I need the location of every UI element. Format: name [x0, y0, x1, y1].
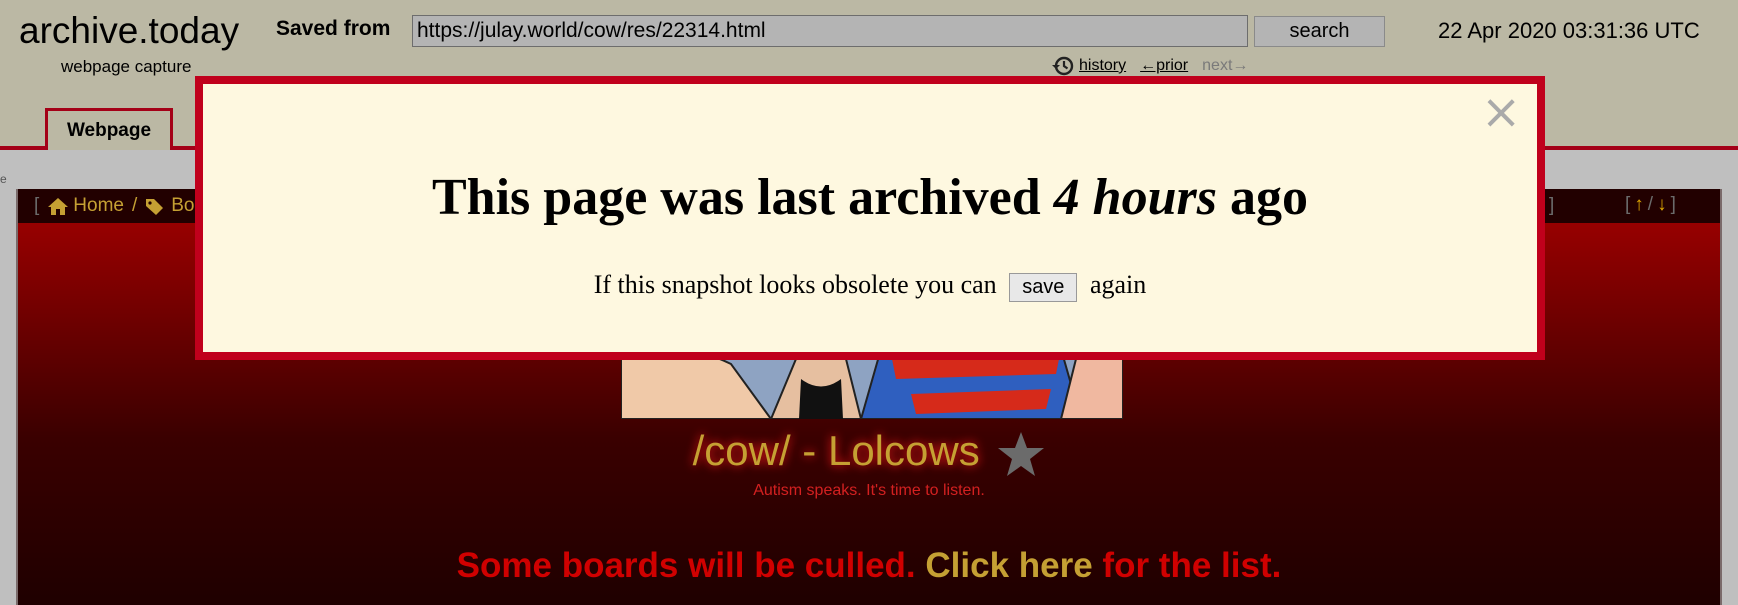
modal-heading-after: ago [1216, 169, 1308, 226]
tags-icon[interactable] [145, 197, 167, 216]
search-button[interactable]: search [1254, 16, 1385, 47]
tab-webpage[interactable]: Webpage [45, 108, 173, 150]
next-link: next→ [1202, 57, 1249, 74]
scroll-down-icon[interactable]: ↓ [1657, 194, 1667, 216]
edge-marker: e [0, 172, 7, 186]
saved-from-label: Saved from [276, 17, 391, 40]
modal-message-before: If this snapshot looks obsolete you can [593, 270, 997, 299]
favorite-star-icon[interactable] [997, 431, 1045, 477]
scroll-up-icon[interactable]: ↑ [1634, 194, 1644, 216]
close-icon[interactable]: × [1481, 88, 1521, 136]
arrows-close-bracket: ] [1670, 194, 1676, 215]
arrows-separator: / [1647, 194, 1654, 215]
home-link[interactable]: Home [73, 195, 124, 217]
prior-link[interactable]: ←prior [1140, 57, 1188, 75]
topbar-close-bracket: ] [1549, 195, 1555, 216]
arrows-open-bracket: [ [1625, 194, 1631, 215]
history-icon[interactable] [1051, 55, 1075, 77]
home-icon[interactable] [47, 197, 69, 216]
modal-heading-before: This page was last archived [432, 169, 1054, 226]
announcement-link[interactable]: Click here [925, 546, 1092, 585]
topbar-separator: / [131, 195, 138, 216]
modal-heading-emphasis: 4 hours [1053, 169, 1217, 226]
modal-message: If this snapshot looks obsolete you can … [203, 270, 1537, 302]
board-title: /cow/ - Lolcows [18, 427, 1720, 477]
logo-subtitle: webpage capture [61, 57, 192, 76]
scroll-arrows: [ ↑ / ↓ ] [1625, 194, 1676, 216]
archived-notice-modal: × This page was last archived 4 hours ag… [195, 76, 1545, 360]
save-button[interactable]: save [1009, 272, 1078, 302]
archive-logo[interactable]: archive.today [19, 10, 239, 52]
modal-message-after: again [1089, 270, 1147, 299]
board-subtitle: Autism speaks. It's time to listen. [753, 482, 985, 499]
url-input[interactable] [412, 15, 1248, 47]
snapshot-nav: history ←prior next→ [1051, 55, 1248, 77]
history-link[interactable]: history [1079, 57, 1126, 75]
announcement-text-after: for the list. [1092, 546, 1282, 585]
announcement-text-before: Some boards will be culled. [456, 546, 926, 585]
modal-heading: This page was last archived 4 hours ago [203, 168, 1537, 227]
announcement: Some boards will be culled. Click here f… [18, 546, 1720, 586]
capture-timestamp: 22 Apr 2020 03:31:36 UTC [1438, 18, 1700, 43]
topbar-open-bracket: [ [34, 195, 40, 216]
board-title-text: /cow/ - Lolcows [692, 427, 980, 474]
